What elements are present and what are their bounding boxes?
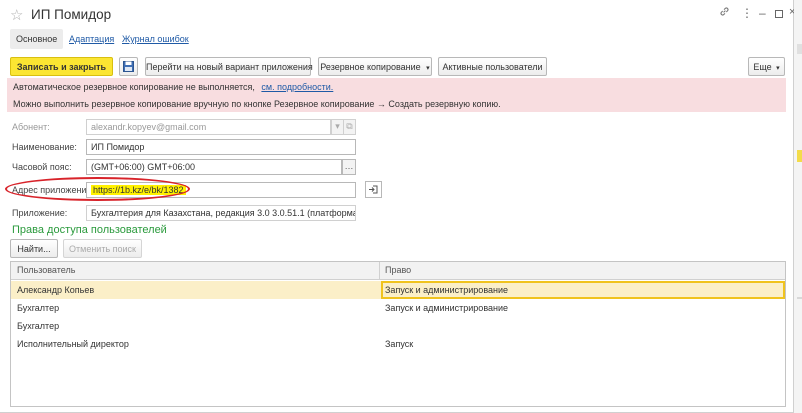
table-cell-user: Бухгалтер	[17, 321, 60, 331]
alert-text-1: Автоматическое резервное копирование не …	[13, 82, 255, 92]
alert-text-2: Можно выполнить резервное копирование вр…	[13, 99, 501, 109]
background-mark	[797, 44, 802, 54]
select-timezone-button[interactable]: …	[342, 159, 356, 175]
table-cell-user: Исполнительный директор	[17, 339, 129, 349]
application-label: Приложение:	[12, 208, 68, 218]
subscriber-field: alexandr.kopyev@gmail.com	[86, 119, 331, 135]
table-cell-user: Бухгалтер	[17, 303, 60, 313]
tab-adaptation[interactable]: Адаптация	[69, 29, 114, 49]
table-cell-right: Запуск и администрирование	[385, 303, 509, 313]
application-field: Бухгалтерия для Казахстана, редакция 3.0…	[86, 205, 356, 221]
tab-main[interactable]: Основное	[10, 29, 64, 49]
column-header-user[interactable]: Пользователь	[17, 262, 75, 279]
timezone-label: Часовой пояс:	[12, 162, 72, 172]
table-row[interactable]: Бухгалтер Запуск и администрирование	[11, 299, 785, 317]
tab-error-log[interactable]: Журнал ошибок	[122, 29, 189, 49]
backup-warning-banner: Автоматическое резервное копирование не …	[7, 78, 786, 112]
access-table: Пользователь Право Александр Копьев Запу…	[10, 261, 786, 407]
maximize-icon[interactable]	[775, 7, 783, 21]
save-button[interactable]	[119, 57, 138, 76]
annotation-ellipse	[5, 177, 190, 201]
name-field[interactable]: ИП Помидор	[86, 139, 356, 155]
background-mark	[797, 297, 802, 299]
background-window-edge	[794, 0, 802, 413]
subscriber-label: Абонент:	[12, 122, 50, 132]
background-mark	[797, 150, 802, 162]
table-cell-right-selected[interactable]: Запуск и администрирование	[381, 281, 785, 299]
table-row[interactable]: Александр Копьев Запуск и администрирова…	[11, 281, 785, 299]
find-button[interactable]: Найти...	[10, 239, 58, 258]
table-header: Пользователь Право	[11, 262, 785, 280]
access-rights-title: Права доступа пользователей	[12, 224, 167, 236]
new-variant-button[interactable]: Перейти на новый вариант приложения	[145, 57, 313, 76]
backup-button-label: Резервное копирование	[320, 62, 421, 72]
timezone-field[interactable]: (GMT+06:00) GMT+06:00	[86, 159, 342, 175]
more-button-label: Еще	[753, 62, 772, 72]
open-address-icon[interactable]	[365, 181, 382, 198]
dropdown-arrow-icon: ▾	[426, 65, 430, 72]
name-label: Наименование:	[12, 142, 77, 152]
table-row[interactable]: Исполнительный директор Запуск	[11, 335, 785, 353]
save-and-close-button[interactable]: Записать и закрыть	[10, 57, 113, 76]
window-title: ИП Помидор	[31, 7, 112, 22]
floppy-disk-icon	[123, 61, 134, 72]
dialog-window: ☆ ИП Помидор ⋮ – × Основное Адаптация Жу…	[0, 0, 795, 413]
more-vertical-icon[interactable]: ⋮	[741, 6, 753, 20]
open-icon: ⧉	[343, 119, 356, 135]
favorite-star-icon[interactable]: ☆	[10, 6, 23, 24]
more-button[interactable]: Еще ▾	[748, 57, 785, 76]
link-icon[interactable]	[719, 6, 730, 20]
column-header-right[interactable]: Право	[385, 262, 411, 279]
minimize-icon[interactable]: –	[759, 6, 766, 20]
dropdown-arrow-icon: ▾	[776, 65, 780, 72]
active-users-button[interactable]: Активные пользователи	[438, 57, 547, 76]
details-link[interactable]: см. подробности.	[261, 82, 333, 92]
table-cell-right: Запуск и администрирование	[385, 285, 509, 295]
table-cell-right: Запуск	[385, 339, 414, 349]
table-cell-user: Александр Копьев	[17, 285, 95, 295]
backup-button[interactable]: Резервное копирование ▾	[318, 57, 432, 76]
cancel-search-button: Отменить поиск	[63, 239, 142, 258]
table-row[interactable]: Бухгалтер	[11, 317, 785, 335]
